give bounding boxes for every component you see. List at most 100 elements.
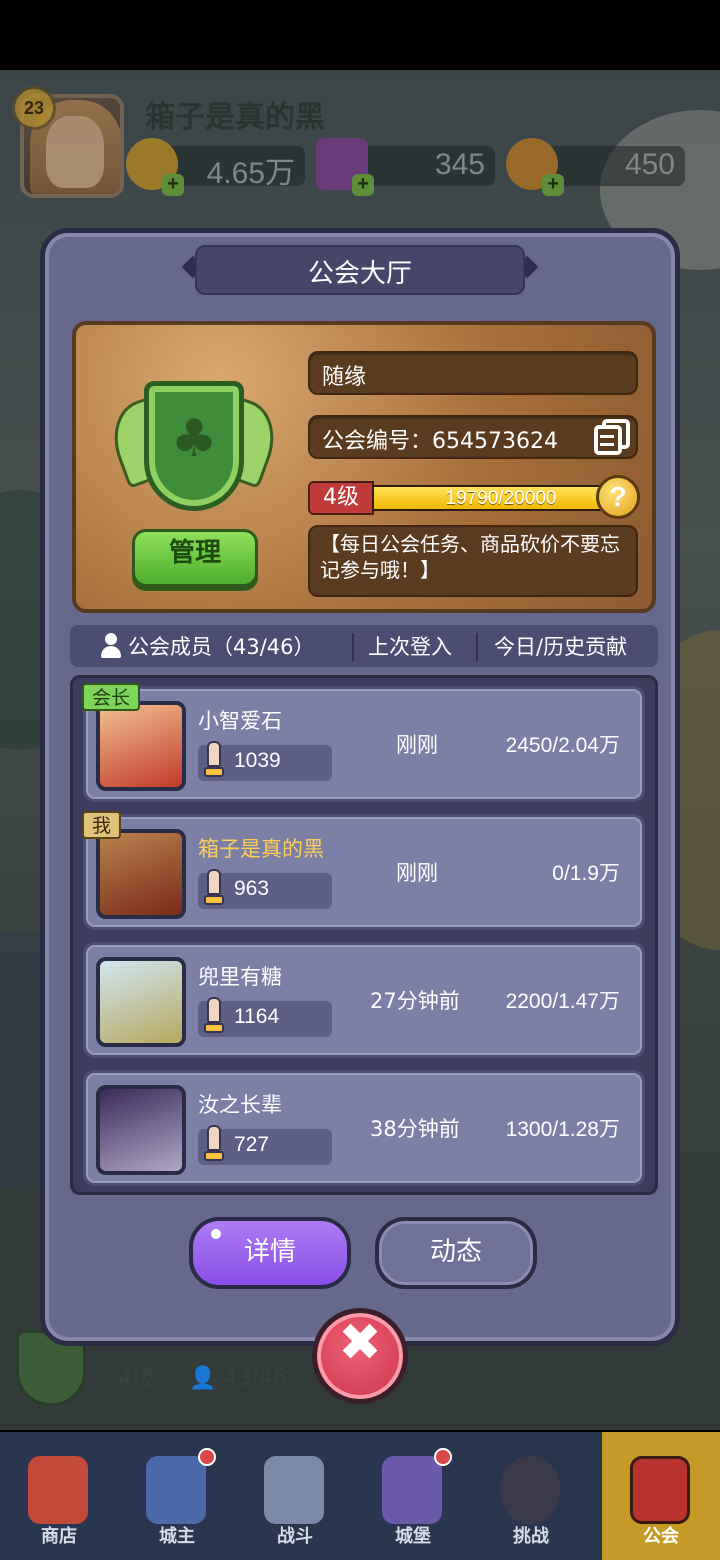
- guild-info-card: ♣ 管理 随缘 公会编号：654573624 4级 19790/20000 ? …: [72, 321, 656, 613]
- nav-label: 战斗: [277, 1526, 313, 1547]
- last-login-header: 上次登入: [368, 635, 452, 659]
- nav-battle[interactable]: 战斗: [236, 1432, 354, 1560]
- activity-button[interactable]: 动态: [375, 1217, 537, 1289]
- members-count-header: 公会成员（43/46）: [128, 635, 315, 659]
- member-list[interactable]: 会长 小智爱石 1039 刚刚 2450/2.04万 我 箱子是真的黑 963 …: [70, 675, 658, 1195]
- person-icon: [100, 633, 122, 659]
- guild-exp-text: 19790/20000: [445, 488, 557, 509]
- power-crystal-icon: [204, 997, 224, 1037]
- guild-level-tag: 4级: [308, 481, 374, 515]
- notification-dot: [434, 1448, 452, 1466]
- person-icon: 👤: [188, 1366, 217, 1391]
- player-bar: 23 箱子是真的黑 + 4.65万 + 345 + 450: [0, 80, 720, 200]
- gem-resource[interactable]: + 345: [316, 138, 495, 196]
- manage-label: 管理: [168, 538, 221, 568]
- nav-lord[interactable]: 城主: [118, 1432, 236, 1560]
- bottom-nav: 商店 城主 战斗 城堡 挑战 公会: [0, 1432, 720, 1560]
- member-last-login: 38分钟前: [370, 1117, 460, 1141]
- copy-icon[interactable]: [594, 419, 632, 457]
- panel-title: 公会大厅: [307, 259, 412, 289]
- bg-guild-members: 43/46: [223, 1366, 287, 1391]
- member-row[interactable]: 兜里有糖 1164 27分钟前 2200/1.47万: [83, 942, 645, 1058]
- star-coin-value: 450: [624, 148, 675, 181]
- member-list-header: 公会成员（43/46） 上次登入 今日/历史贡献: [70, 625, 658, 667]
- clover-icon: ♣: [170, 409, 218, 469]
- guild-level-row: 4级 19790/20000 ?: [308, 475, 640, 519]
- guild-notice: 【每日公会任务、商品砍价不要忘记参与哦！】: [308, 525, 638, 597]
- member-row[interactable]: 汝之长辈 727 38分钟前 1300/1.28万: [83, 1070, 645, 1186]
- member-contribution: 0/1.9万: [552, 862, 620, 885]
- member-avatar[interactable]: [96, 957, 186, 1047]
- help-icon[interactable]: ?: [596, 475, 640, 519]
- nav-label: 城主: [159, 1526, 195, 1547]
- status-bar: [0, 0, 720, 70]
- nav-label: 公会: [643, 1526, 679, 1547]
- player-level-badge: 23: [12, 86, 56, 130]
- panel-title-bar: 公会大厅: [195, 245, 525, 295]
- player-name: 箱子是真的黑: [145, 100, 325, 135]
- nav-castle[interactable]: 城堡: [354, 1432, 472, 1560]
- header-divider: [476, 633, 478, 661]
- notification-dot: [198, 1448, 216, 1466]
- member-contribution: 1300/1.28万: [505, 1118, 620, 1141]
- guild-exp-bar: 19790/20000: [372, 485, 630, 511]
- member-avatar[interactable]: [96, 1085, 186, 1175]
- member-last-login: 刚刚: [396, 861, 438, 885]
- nav-shop[interactable]: 商店: [0, 1432, 118, 1560]
- swords-icon: [264, 1456, 324, 1524]
- close-icon: ✖: [338, 1313, 382, 1373]
- guild-id-field: 公会编号：654573624: [308, 415, 638, 459]
- close-button[interactable]: ✖: [312, 1308, 408, 1404]
- me-tag: 我: [82, 811, 122, 839]
- member-name: 箱子是真的黑: [198, 837, 324, 861]
- details-button[interactable]: 详情: [189, 1217, 351, 1289]
- member-row[interactable]: 会长 小智爱石 1039 刚刚 2450/2.04万: [82, 683, 645, 802]
- leader-tag: 会长: [82, 683, 141, 711]
- manage-button[interactable]: 管理: [132, 529, 258, 587]
- member-power: 727: [198, 1125, 332, 1165]
- member-last-login: 刚刚: [396, 733, 438, 757]
- member-avatar[interactable]: [96, 701, 186, 791]
- member-row-self[interactable]: 我 箱子是真的黑 963 刚刚 0/1.9万: [82, 811, 645, 930]
- star-coin-icon: +: [506, 138, 564, 196]
- star-coin-resource[interactable]: + 450: [506, 138, 685, 196]
- bg-guild-level: 4级: [118, 1366, 154, 1391]
- member-avatar[interactable]: [96, 829, 186, 919]
- power-crystal-icon: [204, 869, 224, 909]
- guild-name-field: 随缘: [308, 351, 638, 395]
- guild-emblem-icon: ♣: [102, 381, 286, 531]
- gold-resource[interactable]: + 4.65万: [126, 138, 305, 196]
- button-shine: [211, 1229, 221, 1239]
- nav-label: 挑战: [513, 1526, 549, 1547]
- shop-icon: [28, 1456, 88, 1524]
- nav-guild[interactable]: 公会: [602, 1432, 720, 1560]
- guild-banner-icon: [630, 1456, 690, 1524]
- power-crystal-icon: [204, 1125, 224, 1165]
- member-name: 汝之长辈: [198, 1093, 282, 1117]
- demon-icon: [500, 1456, 560, 1524]
- power-crystal-icon: [204, 741, 224, 781]
- nav-challenge[interactable]: 挑战: [472, 1432, 590, 1560]
- member-power: 1164: [198, 997, 332, 1037]
- castle-icon: [382, 1456, 442, 1524]
- member-power-value: 727: [234, 1133, 270, 1156]
- member-power-value: 1039: [234, 749, 281, 772]
- nav-label: 城堡: [395, 1526, 431, 1547]
- contribution-header: 今日/历史贡献: [494, 635, 628, 659]
- gold-value: 4.65万: [206, 157, 295, 190]
- member-power: 1039: [198, 741, 332, 781]
- member-contribution: 2450/2.04万: [505, 734, 620, 757]
- member-name: 小智爱石: [198, 709, 282, 733]
- member-last-login: 27分钟前: [370, 989, 460, 1013]
- details-label: 详情: [243, 1237, 296, 1267]
- member-contribution: 2200/1.47万: [505, 990, 620, 1013]
- activity-label: 动态: [429, 1237, 482, 1267]
- member-power-value: 1164: [234, 1005, 280, 1028]
- nav-label: 商店: [41, 1526, 77, 1547]
- member-name: 兜里有糖: [198, 965, 282, 989]
- guild-hall-panel: 公会大厅 ♣ 管理 随缘 公会编号：654573624 4级 19790/200…: [40, 228, 680, 1346]
- gold-coin-icon: +: [126, 138, 184, 196]
- member-power-value: 963: [234, 877, 270, 900]
- purple-gem-icon: +: [316, 138, 374, 196]
- gem-value: 345: [434, 148, 485, 181]
